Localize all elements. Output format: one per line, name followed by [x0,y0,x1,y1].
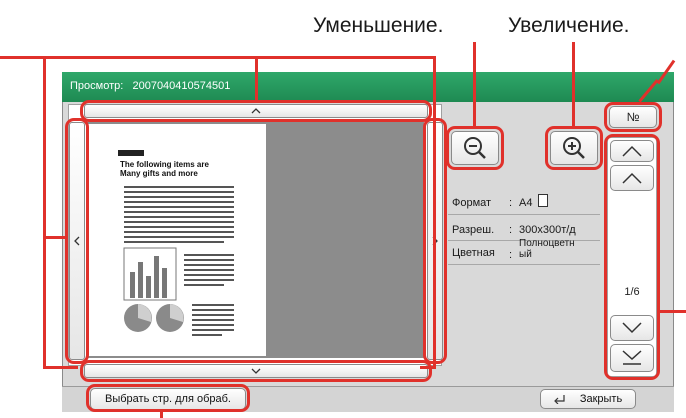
format-label: Формат [452,197,492,209]
callout-line [255,56,258,102]
callout-line [43,56,46,369]
callout-box-page-number [604,102,662,132]
callout-line [43,56,435,59]
color-label: Цветная [452,247,495,259]
callout-line [572,42,575,129]
zoom-out-callout-label: Уменьшение. [313,14,444,37]
info-divider [448,214,600,215]
enter-icon [553,395,565,404]
callout-box-left-scroll [65,118,89,364]
window-title: Просмотр: 2007040410574501 [70,80,230,92]
document-page-thumbnail: The following items are Many gifts and m… [88,124,266,356]
color-colon: : [509,249,513,261]
close-button[interactable]: Закрыть [540,389,636,409]
callout-box-bottom-scroll [80,360,432,382]
callout-line [473,42,476,129]
zoom-in-callout-label: Увеличение. [508,14,630,37]
doc-illustration [123,186,234,336]
format-colon: : [509,197,513,209]
callout-line [0,56,46,59]
title-label: Просмотр: [70,80,124,92]
callout-box-right-scroll [423,118,447,364]
callout-line [660,310,686,313]
format-value: A4 [519,197,533,209]
callout-box-zoom-out [446,126,504,170]
callout-box-pager [604,134,660,380]
callout-box-select-page [86,384,250,412]
resolution-label: Разреш. [452,224,495,236]
portrait-page-icon [538,194,548,207]
close-button-label: Закрыть [579,393,623,405]
color-value: Полноцветн ый [519,238,575,260]
callout-box-top-scroll [80,100,432,122]
callout-line [43,366,78,369]
title-value: 2007040410574501 [132,80,231,92]
callout-box-zoom-in [545,126,603,170]
resolution-value: 300x300т/д [519,224,576,236]
info-divider [448,264,600,265]
resolution-colon: : [509,224,513,236]
